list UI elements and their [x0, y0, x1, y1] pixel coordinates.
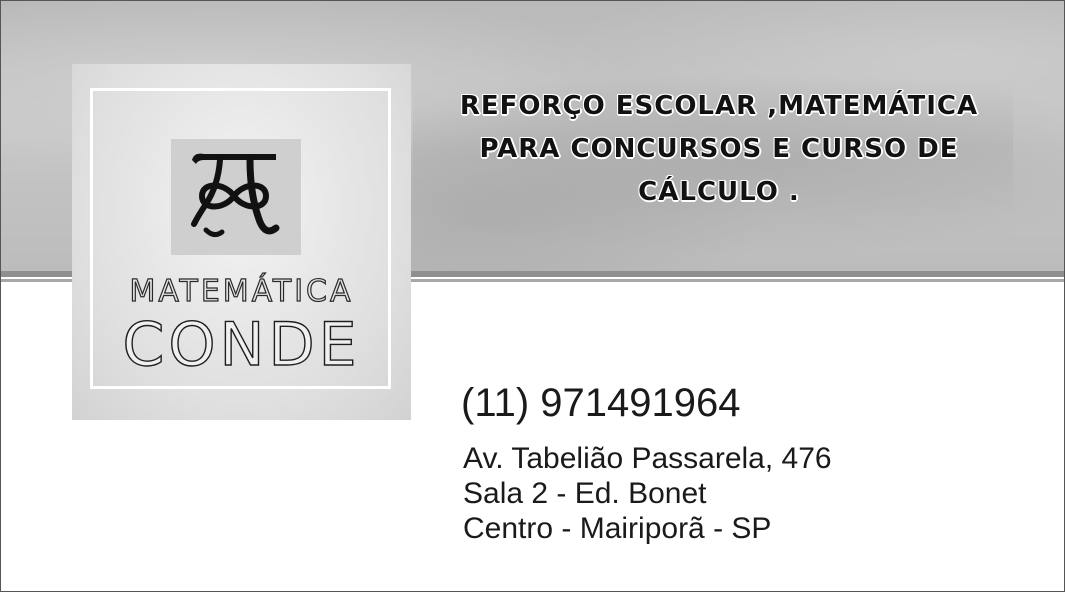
- slogan-line: PARA CONCURSOS E CURSO DE: [479, 134, 959, 164]
- address: Av. Tabelião Passarela, 476 Sala 2 - Ed.…: [463, 441, 832, 546]
- slogan-line: REFORÇO ESCOLAR ,MATEMÁTICA: [459, 91, 979, 121]
- slogan-line: CÁLCULO .: [638, 177, 800, 207]
- address-line: Av. Tabelião Passarela, 476: [463, 442, 832, 475]
- business-card: REFORÇO ESCOLAR ,MATEMÁTICA PARA CONCURS…: [0, 0, 1065, 592]
- logo: MATEMÁTICA CONDE: [72, 64, 411, 420]
- brand-name-top: MATEMÁTICA: [129, 273, 354, 309]
- brand-name-bottom: CONDE: [122, 309, 361, 380]
- pi-infinity-monogram-icon: [191, 153, 280, 238]
- address-line: Sala 2 - Ed. Bonet: [463, 477, 707, 510]
- address-line: Centro - Mairiporã - SP: [463, 512, 772, 545]
- slogan: REFORÇO ESCOLAR ,MATEMÁTICA PARA CONCURS…: [413, 85, 1025, 214]
- phone-number: (11) 971491964: [461, 381, 741, 425]
